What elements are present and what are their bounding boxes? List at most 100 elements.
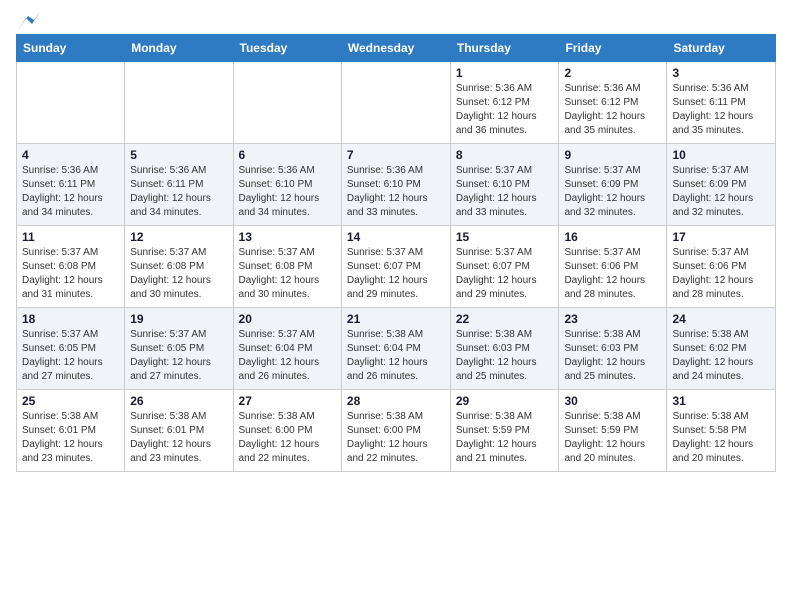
header-wednesday: Wednesday <box>341 35 450 62</box>
calendar-cell: 22 Sunrise: 5:38 AM Sunset: 6:03 PM Dayli… <box>450 308 559 390</box>
day-number: 1 <box>456 66 554 80</box>
day-number: 29 <box>456 394 554 408</box>
calendar-cell: 2Sunrise: 5:36 AM Sunset: 6:12 PM Daylig… <box>559 62 667 144</box>
week-row-1: 1 Sunrise: 5:36 AM Sunset: 6:12 PM Daylig… <box>17 62 776 144</box>
header-thursday: Thursday <box>450 35 559 62</box>
day-number: 10 <box>672 148 770 162</box>
calendar-cell: 20 Sunrise: 5:37 AM Sunset: 6:04 PM Dayli… <box>233 308 341 390</box>
calendar-cell: 11Sunrise: 5:37 AM Sunset: 6:08 PM Dayli… <box>17 226 125 308</box>
calendar-cell: 1 Sunrise: 5:36 AM Sunset: 6:12 PM Daylig… <box>450 62 559 144</box>
calendar-cell: 5Sunrise: 5:36 AM Sunset: 6:11 PM Daylig… <box>125 144 233 226</box>
day-number: 24 <box>672 312 770 326</box>
calendar-cell: 6 Sunrise: 5:36 AM Sunset: 6:10 PM Daylig… <box>233 144 341 226</box>
calendar-cell <box>233 62 341 144</box>
calendar-cell: 31 Sunrise: 5:38 AM Sunset: 5:58 PM Dayli… <box>667 390 776 472</box>
calendar-cell: 15Sunrise: 5:37 AM Sunset: 6:07 PM Dayli… <box>450 226 559 308</box>
day-info: Sunrise: 5:37 AM Sunset: 6:09 PM Dayligh… <box>564 164 661 220</box>
day-info: Sunrise: 5:37 AM Sunset: 6:05 PM Dayligh… <box>22 328 119 384</box>
day-info: Sunrise: 5:37 AM Sunset: 6:10 PM Dayligh… <box>456 164 554 220</box>
day-info: Sunrise: 5:38 AM Sunset: 6:00 PM Dayligh… <box>239 410 336 466</box>
day-number: 23 <box>564 312 661 326</box>
calendar-cell: 24 Sunrise: 5:38 AM Sunset: 6:02 PM Dayli… <box>667 308 776 390</box>
calendar-cell: 19Sunrise: 5:37 AM Sunset: 6:05 PM Dayli… <box>125 308 233 390</box>
calendar-cell: 25 Sunrise: 5:38 AM Sunset: 6:01 PM Dayli… <box>17 390 125 472</box>
day-number: 2 <box>564 66 661 80</box>
day-info: Sunrise: 5:37 AM Sunset: 6:08 PM Dayligh… <box>239 246 336 302</box>
calendar-cell: 4 Sunrise: 5:36 AM Sunset: 6:11 PM Daylig… <box>17 144 125 226</box>
calendar-cell <box>125 62 233 144</box>
day-number: 12 <box>130 230 227 244</box>
calendar-cell: 8 Sunrise: 5:37 AM Sunset: 6:10 PM Daylig… <box>450 144 559 226</box>
header-monday: Monday <box>125 35 233 62</box>
calendar-cell: 30 Sunrise: 5:38 AM Sunset: 5:59 PM Dayli… <box>559 390 667 472</box>
day-info: Sunrise: 5:37 AM Sunset: 6:07 PM Dayligh… <box>456 246 554 302</box>
day-info: Sunrise: 5:37 AM Sunset: 6:06 PM Dayligh… <box>672 246 770 302</box>
day-number: 17 <box>672 230 770 244</box>
calendar-cell: 12Sunrise: 5:37 AM Sunset: 6:08 PM Dayli… <box>125 226 233 308</box>
day-info: Sunrise: 5:36 AM Sunset: 6:12 PM Dayligh… <box>456 82 554 138</box>
logo-bird-icon <box>18 12 40 30</box>
day-info: Sunrise: 5:37 AM Sunset: 6:09 PM Dayligh… <box>672 164 770 220</box>
calendar-table: SundayMondayTuesdayWednesdayThursdayFrid… <box>16 34 776 472</box>
day-number: 7 <box>347 148 445 162</box>
calendar-cell: 3 Sunrise: 5:36 AM Sunset: 6:11 PM Daylig… <box>667 62 776 144</box>
header-tuesday: Tuesday <box>233 35 341 62</box>
day-number: 8 <box>456 148 554 162</box>
day-info: Sunrise: 5:37 AM Sunset: 6:04 PM Dayligh… <box>239 328 336 384</box>
header-saturday: Saturday <box>667 35 776 62</box>
day-number: 22 <box>456 312 554 326</box>
day-info: Sunrise: 5:37 AM Sunset: 6:06 PM Dayligh… <box>564 246 661 302</box>
day-number: 11 <box>22 230 119 244</box>
calendar-cell: 18 Sunrise: 5:37 AM Sunset: 6:05 PM Dayli… <box>17 308 125 390</box>
day-number: 6 <box>239 148 336 162</box>
day-info: Sunrise: 5:38 AM Sunset: 5:59 PM Dayligh… <box>564 410 661 466</box>
calendar-header-row: SundayMondayTuesdayWednesdayThursdayFrid… <box>17 35 776 62</box>
day-number: 28 <box>347 394 445 408</box>
calendar-cell: 29 Sunrise: 5:38 AM Sunset: 5:59 PM Dayli… <box>450 390 559 472</box>
day-info: Sunrise: 5:38 AM Sunset: 5:59 PM Dayligh… <box>456 410 554 466</box>
day-number: 14 <box>347 230 445 244</box>
header-friday: Friday <box>559 35 667 62</box>
header-sunday: Sunday <box>17 35 125 62</box>
day-info: Sunrise: 5:38 AM Sunset: 6:01 PM Dayligh… <box>22 410 119 466</box>
day-number: 4 <box>22 148 119 162</box>
day-number: 20 <box>239 312 336 326</box>
calendar-cell: 13Sunrise: 5:37 AM Sunset: 6:08 PM Dayli… <box>233 226 341 308</box>
day-info: Sunrise: 5:38 AM Sunset: 6:03 PM Dayligh… <box>564 328 661 384</box>
day-number: 5 <box>130 148 227 162</box>
calendar-cell <box>17 62 125 144</box>
day-number: 27 <box>239 394 336 408</box>
day-info: Sunrise: 5:36 AM Sunset: 6:10 PM Dayligh… <box>347 164 445 220</box>
day-info: Sunrise: 5:38 AM Sunset: 6:04 PM Dayligh… <box>347 328 445 384</box>
day-number: 31 <box>672 394 770 408</box>
day-number: 9 <box>564 148 661 162</box>
day-info: Sunrise: 5:37 AM Sunset: 6:07 PM Dayligh… <box>347 246 445 302</box>
day-info: Sunrise: 5:36 AM Sunset: 6:11 PM Dayligh… <box>22 164 119 220</box>
day-info: Sunrise: 5:38 AM Sunset: 6:02 PM Dayligh… <box>672 328 770 384</box>
day-number: 26 <box>130 394 227 408</box>
calendar-cell: 28 Sunrise: 5:38 AM Sunset: 6:00 PM Dayli… <box>341 390 450 472</box>
calendar-cell: 7 Sunrise: 5:36 AM Sunset: 6:10 PM Daylig… <box>341 144 450 226</box>
day-number: 21 <box>347 312 445 326</box>
day-info: Sunrise: 5:38 AM Sunset: 6:03 PM Dayligh… <box>456 328 554 384</box>
day-info: Sunrise: 5:38 AM Sunset: 6:00 PM Dayligh… <box>347 410 445 466</box>
day-number: 25 <box>22 394 119 408</box>
week-row-4: 18 Sunrise: 5:37 AM Sunset: 6:05 PM Dayli… <box>17 308 776 390</box>
day-info: Sunrise: 5:37 AM Sunset: 6:05 PM Dayligh… <box>130 328 227 384</box>
day-info: Sunrise: 5:38 AM Sunset: 5:58 PM Dayligh… <box>672 410 770 466</box>
day-number: 16 <box>564 230 661 244</box>
page-header <box>16 16 776 24</box>
day-info: Sunrise: 5:36 AM Sunset: 6:11 PM Dayligh… <box>672 82 770 138</box>
calendar-cell: 21 Sunrise: 5:38 AM Sunset: 6:04 PM Dayli… <box>341 308 450 390</box>
day-info: Sunrise: 5:38 AM Sunset: 6:01 PM Dayligh… <box>130 410 227 466</box>
logo <box>16 16 40 24</box>
calendar-cell: 27 Sunrise: 5:38 AM Sunset: 6:00 PM Dayli… <box>233 390 341 472</box>
week-row-2: 4 Sunrise: 5:36 AM Sunset: 6:11 PM Daylig… <box>17 144 776 226</box>
day-number: 30 <box>564 394 661 408</box>
calendar-cell: 14 Sunrise: 5:37 AM Sunset: 6:07 PM Dayli… <box>341 226 450 308</box>
calendar-cell: 26 Sunrise: 5:38 AM Sunset: 6:01 PM Dayli… <box>125 390 233 472</box>
day-number: 3 <box>672 66 770 80</box>
day-number: 18 <box>22 312 119 326</box>
calendar-cell <box>341 62 450 144</box>
day-info: Sunrise: 5:36 AM Sunset: 6:10 PM Dayligh… <box>239 164 336 220</box>
